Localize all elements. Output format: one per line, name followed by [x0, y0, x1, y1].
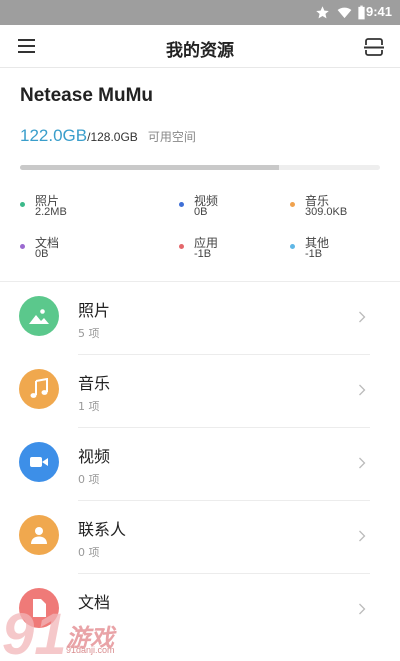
chevron-right-icon — [359, 384, 366, 396]
video-icon — [19, 442, 59, 482]
category-dot — [290, 202, 295, 207]
chevron-right-icon — [359, 603, 366, 615]
list-item-title: 音乐 — [78, 374, 111, 393]
list-item-count: 0 项 — [78, 473, 100, 486]
category-value: -1B — [305, 248, 323, 260]
list-item-title: 照片 — [78, 301, 111, 320]
status-bar: 9:41 — [0, 0, 400, 25]
list-item-count: 0 项 — [78, 546, 100, 559]
page-title: 我的资源 — [166, 41, 234, 61]
list-item-music[interactable]: 音乐 1 项 — [0, 355, 400, 428]
list-item-count: 5 项 — [78, 327, 100, 340]
category-dot — [179, 202, 184, 207]
category-other: 其他 -1B — [290, 234, 380, 266]
category-documents: 文档 0B — [20, 234, 110, 266]
chevron-right-icon — [359, 311, 366, 323]
star-icon — [316, 6, 329, 19]
list-item-contacts[interactable]: 联系人 0 项 — [0, 501, 400, 574]
free-space-label: 可用空间 — [147, 130, 196, 144]
contact-icon — [19, 515, 59, 555]
scan-icon[interactable] — [363, 36, 385, 58]
list-item-count: 1 项 — [78, 400, 100, 413]
category-dot — [290, 244, 295, 249]
list-item-title: 视频 — [78, 447, 111, 466]
chevron-right-icon — [359, 457, 366, 469]
category-dot — [179, 244, 184, 249]
chevron-right-icon — [359, 530, 366, 542]
category-dot — [20, 202, 25, 207]
watermark-url: 91danji.com — [66, 645, 115, 655]
category-value: 0B — [35, 248, 49, 260]
app-bar: 我的资源 — [0, 25, 400, 68]
category-video: 视频 0B — [179, 192, 269, 224]
storage-summary: Netease MuMu 122.0GB/128.0GB 可用空间 照片 2.2M… — [0, 68, 400, 282]
category-photos: 照片 2.2MB — [20, 192, 110, 224]
storage-bar-fill — [20, 165, 280, 170]
category-apps: 应用 -1B — [179, 234, 269, 266]
category-music: 音乐 309.0KB — [290, 192, 380, 224]
space-total: /128.0GB — [87, 130, 138, 144]
storage-bar — [20, 165, 380, 170]
category-value: 2.2MB — [35, 206, 67, 218]
category-dot — [20, 244, 25, 249]
wifi-icon — [337, 7, 352, 19]
device-name: Netease MuMu — [20, 85, 154, 106]
category-value: 309.0KB — [305, 206, 348, 218]
status-time: 9:41 — [365, 4, 392, 19]
battery-icon — [358, 5, 365, 20]
list-item-photos[interactable]: 照片 5 项 — [0, 282, 400, 355]
svg-text:91: 91 — [2, 602, 67, 660]
space-used: 122.0GB — [20, 126, 88, 145]
photo-icon — [19, 296, 59, 336]
space-info: 122.0GB/128.0GB 可用空间 — [20, 126, 196, 146]
music-icon — [19, 369, 59, 409]
category-value: 0B — [194, 206, 208, 218]
list-item-title: 联系人 — [78, 520, 127, 539]
category-value: -1B — [194, 248, 212, 260]
list-item-video[interactable]: 视频 0 项 — [0, 428, 400, 501]
